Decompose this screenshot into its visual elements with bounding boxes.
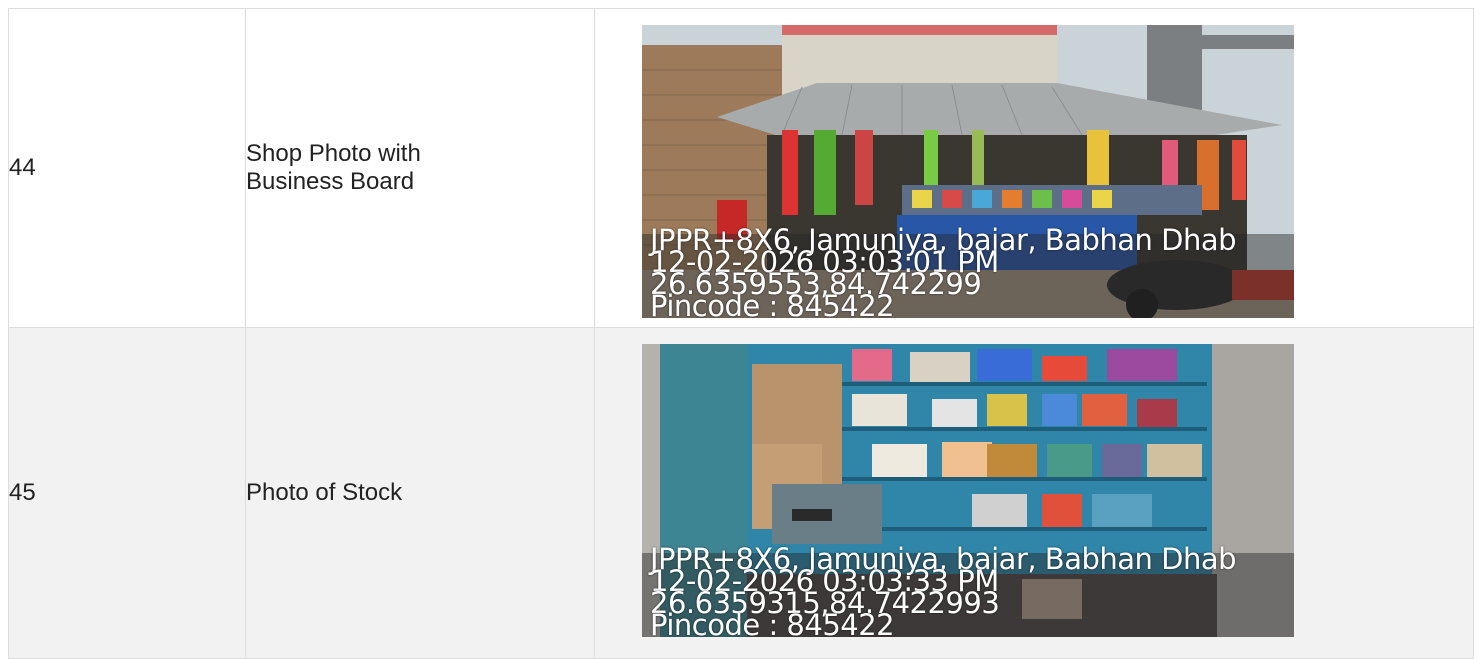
row-label: Shop Photo with Business Board [246, 140, 421, 195]
row-number: 44 [9, 154, 36, 181]
row-label-cell: Photo of Stock [245, 327, 595, 659]
row-number-cell: 45 [8, 327, 246, 659]
shop-front-photo: JPPR+8X6, Jamuniya, bajar, Babhan Dhab 1… [642, 25, 1294, 318]
row-label: Photo of Stock [246, 479, 403, 506]
row-number: 45 [9, 479, 36, 506]
row-photo-cell: JPPR+8X6, Jamuniya, bajar, Babhan Dhab 1… [594, 327, 1474, 659]
document-table: 44 Shop Photo with Business Board JPPR+8… [8, 8, 1474, 659]
table-row: 45 Photo of Stock JPPR+8X6, Jamuniya, ba… [8, 327, 1474, 659]
geo-stamp: JPPR+8X6, Jamuniya, bajar, Babhan Dhab 1… [650, 545, 1237, 638]
geo-stamp: JPPR+8X6, Jamuniya, bajar, Babhan Dhab 1… [650, 226, 1237, 319]
row-label-cell: Shop Photo with Business Board [245, 8, 595, 328]
table-row: 44 Shop Photo with Business Board JPPR+8… [8, 8, 1474, 328]
shop-stock-photo: JPPR+8X6, Jamuniya, bajar, Babhan Dhab 1… [642, 344, 1294, 637]
row-photo-cell: JPPR+8X6, Jamuniya, bajar, Babhan Dhab 1… [594, 8, 1474, 328]
row-number-cell: 44 [8, 8, 246, 328]
